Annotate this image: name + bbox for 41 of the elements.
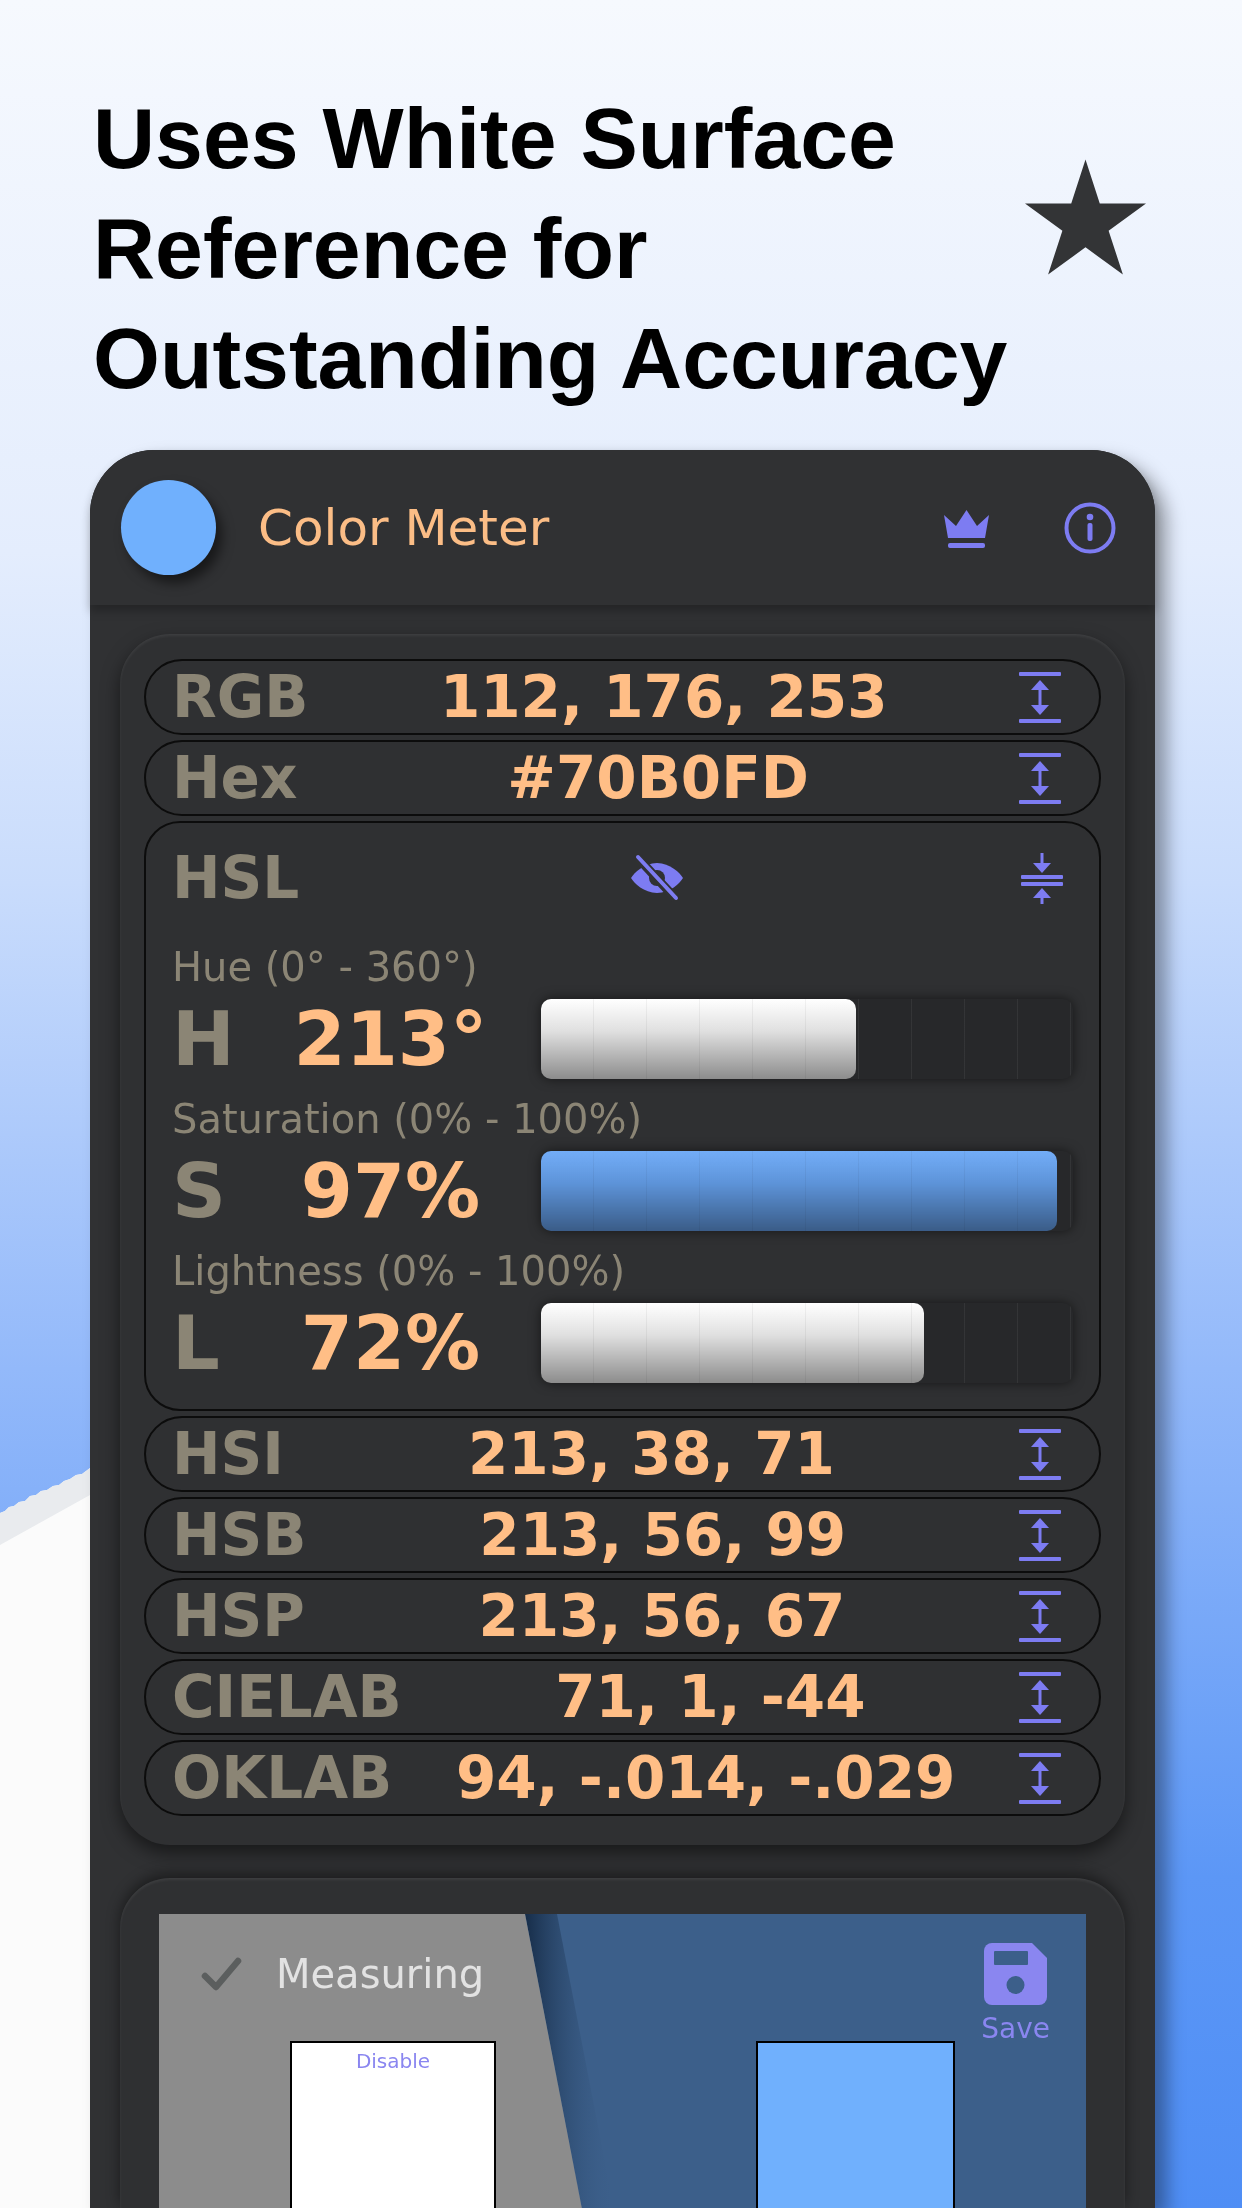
expand-icon[interactable] bbox=[1019, 752, 1061, 804]
expand-icon[interactable] bbox=[1019, 1428, 1061, 1480]
row-label: CIELAB bbox=[172, 1668, 402, 1726]
channel-letter: H bbox=[172, 1001, 236, 1077]
channel-letter: L bbox=[172, 1305, 221, 1381]
star-icon bbox=[1025, 159, 1146, 275]
row-value: 213, 56, 67 bbox=[477, 1587, 847, 1645]
row-label: HSL bbox=[172, 849, 301, 907]
row-label: OKLAB bbox=[172, 1749, 393, 1807]
row-label: HSI bbox=[172, 1425, 284, 1483]
row-label: HSB bbox=[172, 1506, 307, 1564]
row-value: 71, 1, -44 bbox=[554, 1668, 867, 1726]
channel-value: 213° bbox=[292, 1001, 489, 1077]
expand-icon[interactable] bbox=[1019, 1590, 1061, 1642]
row-label: RGB bbox=[172, 668, 309, 726]
slider-caption: Lightness (0% - 100%) bbox=[172, 1247, 627, 1295]
collapse-icon[interactable] bbox=[1021, 852, 1063, 904]
eye-slash-icon[interactable] bbox=[629, 854, 685, 902]
app-title: Color Meter bbox=[258, 497, 551, 558]
channel-value: 72% bbox=[299, 1305, 482, 1381]
slider-caption: Saturation (0% - 100%) bbox=[172, 1095, 644, 1143]
row-value: #70B0FD bbox=[506, 749, 810, 807]
row-value: 112, 176, 253 bbox=[438, 668, 889, 726]
disable-button[interactable]: Disable bbox=[355, 2049, 431, 2073]
slider-caption: Hue (0° - 360°) bbox=[172, 943, 479, 991]
row-label: HSP bbox=[172, 1587, 305, 1645]
expand-icon[interactable] bbox=[1019, 1752, 1061, 1804]
info-icon[interactable] bbox=[1064, 501, 1116, 554]
channel-value: 97% bbox=[299, 1153, 482, 1229]
save-icon bbox=[984, 1943, 1048, 2005]
measuring-toggle[interactable]: Measuring bbox=[201, 1951, 485, 1997]
expand-icon[interactable] bbox=[1019, 1671, 1061, 1723]
expand-icon[interactable] bbox=[1019, 1509, 1061, 1561]
row-label: Hex bbox=[172, 749, 298, 807]
save-button[interactable]: Save bbox=[981, 1943, 1050, 2045]
expand-icon[interactable] bbox=[1019, 671, 1061, 723]
channel-letter: S bbox=[172, 1153, 228, 1229]
row-value: 213, 56, 99 bbox=[478, 1506, 848, 1564]
headline: Uses White Surface Reference for Outstanding Accuracy bbox=[93, 89, 1009, 408]
row-value: 94, -.014, -.029 bbox=[454, 1749, 957, 1807]
row-value: 213, 38, 71 bbox=[466, 1425, 836, 1483]
